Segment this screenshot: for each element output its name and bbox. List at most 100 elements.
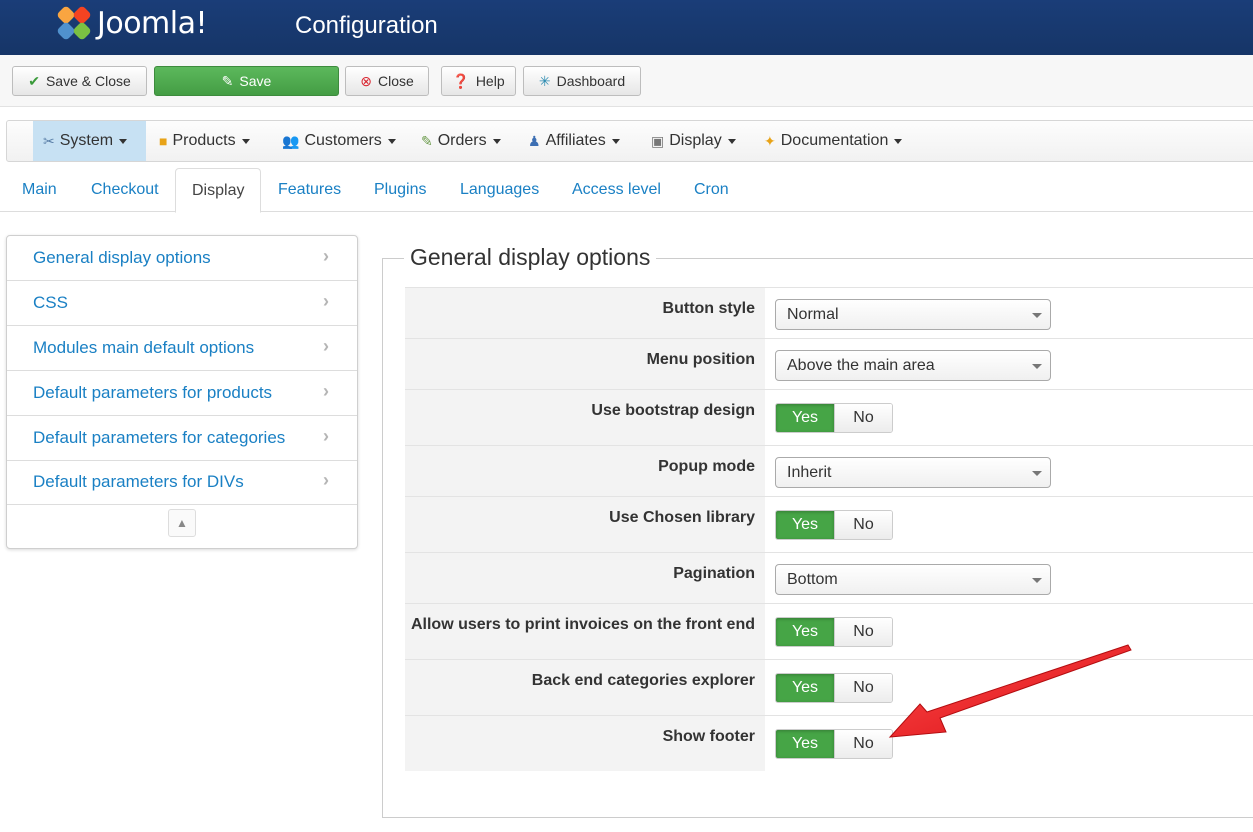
config-tabs: Main Checkout Display Features Plugins L… xyxy=(0,168,1253,213)
tab-plugins[interactable]: Plugins xyxy=(374,168,426,212)
header-bar: Joomla! Configuration xyxy=(0,0,1253,55)
brand-name: Joomla! xyxy=(97,5,208,41)
chevron-right-icon: › xyxy=(323,470,329,490)
toggle-yes-button[interactable]: Yes xyxy=(776,618,834,646)
close-label: Close xyxy=(377,73,414,89)
menu-item-affiliates[interactable]: ♟ Affiliates xyxy=(528,121,620,161)
nav-item-default-parameters-divs[interactable]: Default parameters for DIVs › xyxy=(7,460,357,505)
menu-item-orders[interactable]: ✎ Orders xyxy=(421,121,501,161)
field-label: Show footer xyxy=(405,716,765,771)
menu-position-select[interactable]: Above the main area xyxy=(775,350,1051,381)
chevron-down-icon xyxy=(492,138,501,144)
toggle-no-button[interactable]: No xyxy=(833,404,892,432)
chevron-down-icon xyxy=(119,138,128,144)
toggle-yes-button[interactable]: Yes xyxy=(776,674,834,702)
field-value: Yes No xyxy=(765,390,1253,445)
eject-icon: ▲ xyxy=(176,516,188,530)
row-pagination: Pagination Bottom xyxy=(405,552,1253,603)
dashboard-button[interactable]: ✳ Dashboard xyxy=(523,66,641,96)
field-value: Yes No xyxy=(765,497,1253,552)
save-close-button[interactable]: ✔ Save & Close xyxy=(12,66,147,96)
scroll-to-top-button[interactable]: ▲ xyxy=(168,509,196,537)
field-label: Allow users to print invoices on the fro… xyxy=(405,604,765,659)
section-nav: General display options › CSS › Modules … xyxy=(6,235,358,549)
tab-features[interactable]: Features xyxy=(278,168,341,212)
tab-access-level[interactable]: Access level xyxy=(572,168,661,212)
use-bootstrap-design-toggle: Yes No xyxy=(775,403,893,433)
tab-checkout[interactable]: Checkout xyxy=(91,168,159,212)
toolbar: ✔ Save & Close ✎ Save ⊗ Close ❓ Help ✳ D… xyxy=(0,55,1253,107)
box-icon: ■ xyxy=(159,133,168,149)
chevron-down-icon xyxy=(611,138,620,144)
row-popup-mode: Popup mode Inherit xyxy=(405,445,1253,496)
toggle-yes-button[interactable]: Yes xyxy=(776,511,834,539)
save-label: Save xyxy=(239,73,272,89)
toggle-yes-button[interactable]: Yes xyxy=(776,404,834,432)
save-close-label: Save & Close xyxy=(45,73,131,89)
categories-explorer-toggle: Yes No xyxy=(775,673,893,703)
menu-item-documentation[interactable]: ✦ Documentation xyxy=(764,121,903,161)
pagination-select[interactable]: Bottom xyxy=(775,564,1051,595)
chevron-down-icon xyxy=(894,138,903,144)
chevron-right-icon: › xyxy=(323,291,329,311)
field-label: Pagination xyxy=(405,553,765,603)
dashboard-label: Dashboard xyxy=(556,73,626,89)
row-button-style: Button style Normal xyxy=(405,287,1253,338)
close-icon: ⊗ xyxy=(360,73,372,89)
tab-display[interactable]: Display xyxy=(175,168,262,213)
toggle-yes-button[interactable]: Yes xyxy=(776,730,834,758)
joomla-logo[interactable]: Joomla! xyxy=(55,4,208,42)
menu-item-products[interactable]: ■ Products xyxy=(159,121,250,161)
select-value: Inherit xyxy=(787,464,832,481)
dropdown-arrow-icon xyxy=(1032,364,1042,369)
nav-item-label: Default parameters for categories xyxy=(33,428,286,447)
field-value: Normal xyxy=(765,288,1253,338)
dropdown-arrow-icon xyxy=(1032,313,1042,318)
menu-label: System xyxy=(59,132,114,149)
select-value: Above the main area xyxy=(787,357,935,374)
menu-item-customers[interactable]: 👥 Customers xyxy=(282,121,396,161)
main-menu-bar: ✂ System ■ Products 👥 Customers ✎ Orders… xyxy=(6,120,1253,162)
page-title: Configuration xyxy=(295,12,438,39)
nav-item-label: Default parameters for DIVs xyxy=(33,472,244,491)
field-label: Use bootstrap design xyxy=(405,390,765,445)
button-style-select[interactable]: Normal xyxy=(775,299,1051,330)
toggle-no-button[interactable]: No xyxy=(833,511,892,539)
field-label: Button style xyxy=(405,288,765,338)
nav-item-general-display-options[interactable]: General display options › xyxy=(7,236,357,281)
dropdown-arrow-icon xyxy=(1032,578,1042,583)
menu-item-system[interactable]: ✂ System xyxy=(33,121,146,161)
nav-item-label: General display options xyxy=(33,248,211,267)
close-button[interactable]: ⊗ Close xyxy=(345,66,429,96)
tab-main[interactable]: Main xyxy=(22,168,57,212)
users-icon: 👥 xyxy=(282,133,300,149)
help-label: Help xyxy=(475,73,505,89)
nav-item-modules-main-default-options[interactable]: Modules main default options › xyxy=(7,326,357,371)
affiliates-icon: ♟ xyxy=(528,133,541,149)
tab-cron[interactable]: Cron xyxy=(694,168,729,212)
chevron-right-icon: › xyxy=(323,246,329,266)
field-value: Inherit xyxy=(765,446,1253,496)
menu-label: Orders xyxy=(437,132,487,149)
check-icon: ✔ xyxy=(28,73,40,89)
show-footer-toggle: Yes No xyxy=(775,729,893,759)
help-button[interactable]: ❓ Help xyxy=(441,66,516,96)
joomla-logo-icon xyxy=(55,4,93,42)
popup-mode-select[interactable]: Inherit xyxy=(775,457,1051,488)
nav-item-default-parameters-products[interactable]: Default parameters for products › xyxy=(7,371,357,416)
save-button[interactable]: ✎ Save xyxy=(154,66,339,96)
tools-icon: ✂ xyxy=(43,133,55,149)
menu-label: Display xyxy=(669,132,722,149)
chevron-down-icon xyxy=(241,138,250,144)
chevron-right-icon: › xyxy=(323,336,329,356)
menu-item-display[interactable]: ▣ Display xyxy=(651,121,736,161)
edit-icon: ✎ xyxy=(221,73,234,89)
dropdown-arrow-icon xyxy=(1032,471,1042,476)
nav-item-default-parameters-categories[interactable]: Default parameters for categories › xyxy=(7,416,357,461)
print-invoices-toggle: Yes No xyxy=(775,617,893,647)
nav-item-css[interactable]: CSS › xyxy=(7,281,357,326)
documentation-icon: ✦ xyxy=(764,133,776,149)
row-use-chosen-library: Use Chosen library Yes No xyxy=(405,496,1253,552)
nav-item-label: Default parameters for products xyxy=(33,383,273,402)
tab-languages[interactable]: Languages xyxy=(460,168,539,212)
